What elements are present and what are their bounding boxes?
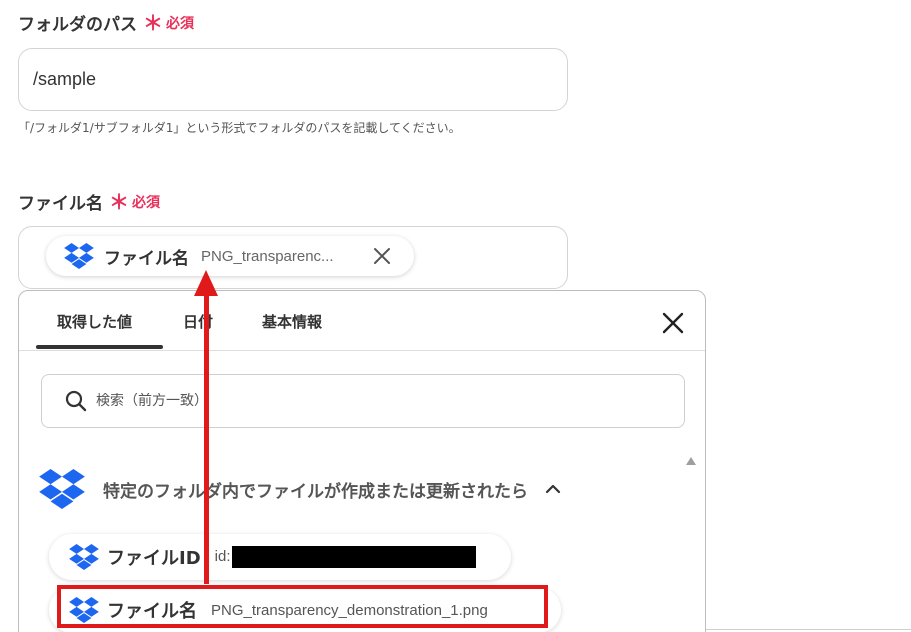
- search-icon: [65, 390, 87, 412]
- chip-remove-button[interactable]: [371, 245, 393, 267]
- output-item-value: PNG_transparency_demonstration_1.png: [211, 601, 488, 619]
- dropbox-icon: [69, 597, 99, 623]
- close-icon: [662, 312, 684, 334]
- close-icon: [374, 248, 390, 264]
- tab-basic-info[interactable]: 基本情報: [262, 311, 322, 332]
- dropbox-icon: [69, 544, 99, 570]
- folder-path-label-text: フォルダのパス: [18, 15, 137, 35]
- chip-title: ファイル名: [104, 248, 189, 269]
- tab-acquired-values[interactable]: 取得した値: [57, 311, 132, 332]
- search-input[interactable]: [96, 393, 656, 409]
- required-star: ＊: [109, 189, 129, 214]
- dropbox-icon: [39, 469, 85, 509]
- chevron-up-icon[interactable]: [544, 480, 562, 498]
- folder-path-label: フォルダのパス ＊ 必須: [18, 10, 194, 36]
- redaction-bar: [232, 546, 477, 568]
- trigger-section-header[interactable]: 特定のフォルダ内でファイルが作成または更新されたら: [39, 469, 562, 509]
- search-box: [41, 374, 685, 428]
- value-picker-panel: 取得した値 日付 基本情報 特定のフォルダ内でファイルが作成または更新されたら: [18, 290, 706, 632]
- required-badge: 必須: [166, 15, 194, 32]
- tab-date[interactable]: 日付: [183, 311, 213, 332]
- picker-tabs: 取得した値 日付 基本情報: [19, 291, 705, 351]
- active-tab-indicator: [36, 345, 163, 349]
- output-item-value-prefix: id:: [214, 547, 231, 565]
- output-item-title: ファイルID: [107, 548, 201, 569]
- folder-path-hint: 「/フォルダ1/サブフォルダ1」という形式でフォルダのパスを記載してください。: [18, 121, 461, 135]
- chip-value: PNG_transparenc...: [201, 247, 334, 265]
- output-item-file-name[interactable]: ファイル名 PNG_transparency_demonstration_1.p…: [49, 587, 561, 632]
- section-title: 特定のフォルダ内でファイルが作成または更新されたら: [103, 481, 528, 502]
- output-item-value: id:: [215, 546, 477, 568]
- scroll-up-arrow[interactable]: [686, 457, 696, 465]
- output-item-title: ファイル名: [107, 601, 197, 622]
- folder-path-input[interactable]: [18, 48, 568, 111]
- dropbox-icon: [64, 243, 94, 269]
- file-name-label: ファイル名 ＊ 必須: [18, 189, 160, 215]
- file-name-chip[interactable]: ファイル名 PNG_transparenc...: [46, 236, 414, 276]
- divider: [706, 629, 911, 630]
- required-star: ＊: [143, 10, 163, 35]
- panel-close-button[interactable]: [659, 309, 687, 337]
- file-name-label-text: ファイル名: [18, 194, 103, 214]
- required-badge: 必須: [132, 194, 160, 211]
- output-item-file-id[interactable]: ファイルID id:: [49, 534, 511, 580]
